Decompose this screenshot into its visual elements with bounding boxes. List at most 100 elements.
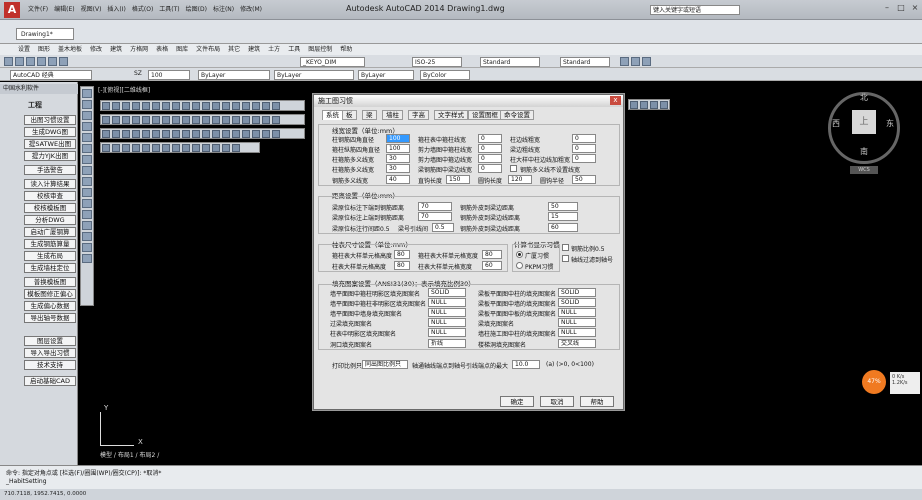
- workspace-select[interactable]: AutoCAD 经典: [10, 70, 92, 80]
- tool-icon[interactable]: [232, 102, 240, 110]
- menu-item[interactable]: 设置: [18, 44, 30, 55]
- field-value[interactable]: 70: [418, 202, 452, 211]
- field-value[interactable]: 50: [572, 175, 596, 184]
- match-icon[interactable]: [631, 57, 640, 66]
- qa-item[interactable]: 修改(M): [240, 3, 262, 16]
- qa-item[interactable]: 格式(O): [132, 3, 153, 16]
- menu-item[interactable]: 其它: [228, 44, 240, 55]
- field-value[interactable]: 80: [482, 250, 502, 259]
- minimize-icon[interactable]: –: [880, 2, 894, 14]
- region-icon[interactable]: [82, 232, 92, 241]
- wcs-menu[interactable]: WCS: [850, 166, 878, 174]
- tool-icon[interactable]: [182, 144, 190, 152]
- tool-icon[interactable]: [112, 144, 120, 152]
- lp-button[interactable]: 校核审查: [24, 191, 76, 201]
- lp-button[interactable]: 生成钢筋算量: [24, 239, 76, 249]
- tool-icon[interactable]: [112, 130, 120, 138]
- tool-icon[interactable]: [222, 116, 230, 124]
- tool-icon[interactable]: [212, 116, 220, 124]
- tool-icon[interactable]: [222, 144, 230, 152]
- field-value[interactable]: 30: [386, 164, 410, 173]
- close-icon[interactable]: ×: [908, 2, 922, 14]
- tool-icon[interactable]: [122, 130, 130, 138]
- qa-item[interactable]: 插入(I): [107, 3, 125, 16]
- tool-icon[interactable]: [132, 144, 140, 152]
- lp-button[interactable]: 生成布局: [24, 251, 76, 261]
- tool-icon[interactable]: [252, 102, 260, 110]
- field-value[interactable]: 60: [482, 261, 502, 270]
- tool-icon[interactable]: [232, 144, 240, 152]
- layout-tabs[interactable]: 模型 / 布局1 / 布局2 /: [100, 450, 159, 459]
- menu-item[interactable]: 文件布局: [196, 44, 220, 55]
- tool-icon[interactable]: [112, 102, 120, 110]
- print-icon[interactable]: [37, 57, 46, 66]
- menu-item[interactable]: 工具: [288, 44, 300, 55]
- field-value[interactable]: SOLID: [558, 298, 596, 307]
- field-value[interactable]: 0: [572, 134, 596, 143]
- table-icon[interactable]: [82, 243, 92, 252]
- lp-button[interactable]: 出图习惯设置: [24, 115, 76, 125]
- lp-button[interactable]: 提力YJK出图: [24, 151, 76, 161]
- menu-item[interactable]: 方格网: [130, 44, 148, 55]
- net-monitor-badge[interactable]: 47%: [862, 370, 886, 394]
- tool-icon[interactable]: [152, 116, 160, 124]
- hatch-icon[interactable]: [82, 210, 92, 219]
- tool-icon[interactable]: [262, 116, 270, 124]
- tab-frame[interactable]: 设置图框: [468, 110, 502, 120]
- table-style-select[interactable]: Standard: [560, 57, 610, 67]
- menu-item[interactable]: 土方: [268, 44, 280, 55]
- tool-icon[interactable]: [132, 130, 140, 138]
- tool-icon[interactable]: [182, 130, 190, 138]
- tab-system[interactable]: 系统: [322, 110, 343, 120]
- tool-icon[interactable]: [142, 116, 150, 124]
- tool-icon[interactable]: [192, 130, 200, 138]
- gradient-icon[interactable]: [82, 221, 92, 230]
- field-value[interactable]: 80: [394, 250, 410, 259]
- tool-icon[interactable]: [102, 130, 110, 138]
- tool-icon[interactable]: [212, 130, 220, 138]
- lp-button[interactable]: 校核模板图: [24, 203, 76, 213]
- lp-button[interactable]: 导入导出习惯: [24, 348, 76, 358]
- field-value[interactable]: 折线: [428, 339, 466, 348]
- search-input[interactable]: 键入关键字或短语: [650, 5, 740, 15]
- tool-icon[interactable]: [142, 144, 150, 152]
- field-value[interactable]: NULL: [428, 308, 466, 317]
- menu-item[interactable]: 表格: [156, 44, 168, 55]
- tool-icon[interactable]: [162, 144, 170, 152]
- save-icon[interactable]: [26, 57, 35, 66]
- tool-icon[interactable]: [102, 144, 110, 152]
- color-select[interactable]: ByLayer: [198, 70, 270, 80]
- tool-icon[interactable]: [202, 130, 210, 138]
- tool-icon[interactable]: [252, 130, 260, 138]
- cancel-button[interactable]: 取消: [540, 396, 574, 407]
- plotstyle-select[interactable]: Standard: [480, 57, 540, 67]
- field-value[interactable]: 0: [478, 144, 502, 153]
- field-value[interactable]: SOLID: [558, 288, 596, 297]
- qa-item[interactable]: 文件(F): [28, 3, 48, 16]
- field-value[interactable]: 0: [572, 154, 596, 163]
- undo-icon[interactable]: [48, 57, 57, 66]
- lp-button[interactable]: 导出轴号数据: [24, 313, 76, 323]
- lp-button[interactable]: 读入计算结果: [24, 179, 76, 189]
- plot-color-select[interactable]: ByColor: [420, 70, 470, 80]
- lp-button[interactable]: 生成偏心数据: [24, 301, 76, 311]
- tool-icon[interactable]: [640, 101, 648, 109]
- field-value[interactable]: 80: [394, 261, 410, 270]
- no-linewidth-checkbox[interactable]: [510, 165, 517, 172]
- field-value[interactable]: 0: [478, 164, 502, 173]
- lp-button[interactable]: 分析DWG: [24, 215, 76, 225]
- tool-icon[interactable]: [232, 130, 240, 138]
- tool-icon[interactable]: [122, 116, 130, 124]
- tool-icon[interactable]: [232, 116, 240, 124]
- qa-item[interactable]: 绘图(D): [186, 3, 207, 16]
- tool-icon[interactable]: [192, 116, 200, 124]
- polygon-icon[interactable]: [82, 111, 92, 120]
- redo-icon[interactable]: [59, 57, 68, 66]
- point-icon[interactable]: [82, 199, 92, 208]
- tool-icon[interactable]: [222, 130, 230, 138]
- menu-item[interactable]: 建筑: [110, 44, 122, 55]
- lp-button[interactable]: 提SATWE出图: [24, 139, 76, 149]
- field-value[interactable]: 60: [548, 223, 578, 232]
- tool-icon[interactable]: [112, 116, 120, 124]
- tool-icon[interactable]: [252, 116, 260, 124]
